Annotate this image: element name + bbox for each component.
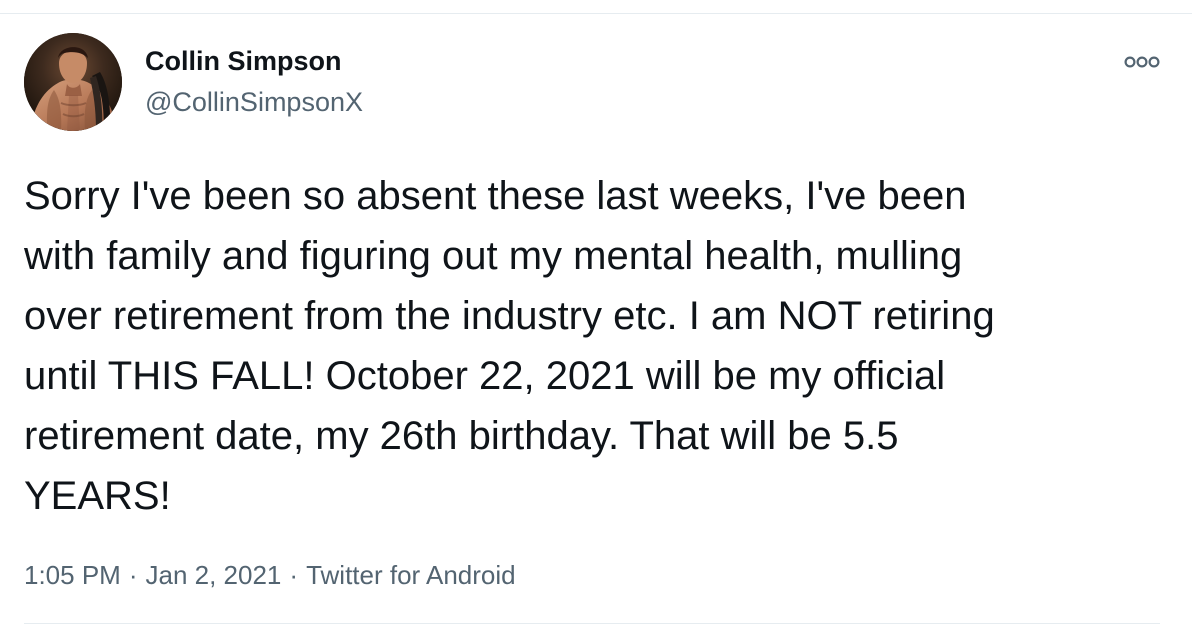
tweet-time-link[interactable]: 1:05 PM [24, 556, 121, 594]
top-divider [0, 13, 1192, 14]
tweet-source-link[interactable]: Twitter for Android [306, 556, 516, 594]
more-options-icon [1124, 56, 1160, 68]
tweet-metadata: 1:05 PM · Jan 2, 2021 · Twitter for Android [24, 556, 516, 594]
avatar[interactable] [24, 33, 122, 131]
profile-avatar-icon [24, 33, 122, 131]
tweet-date-link[interactable]: Jan 2, 2021 [146, 556, 282, 594]
tweet-text: Sorry I've been so absent these last wee… [24, 174, 995, 518]
meta-separator: · [289, 560, 299, 590]
author-name[interactable]: Collin Simpson [145, 45, 342, 77]
author-handle[interactable]: @CollinSimpsonX [145, 85, 363, 119]
meta-separator: · [128, 560, 138, 590]
tweet-card: Collin Simpson @CollinSimpsonX Sorry I'v… [0, 0, 1192, 638]
bottom-divider [24, 623, 1160, 624]
more-options-button[interactable] [1120, 48, 1164, 76]
